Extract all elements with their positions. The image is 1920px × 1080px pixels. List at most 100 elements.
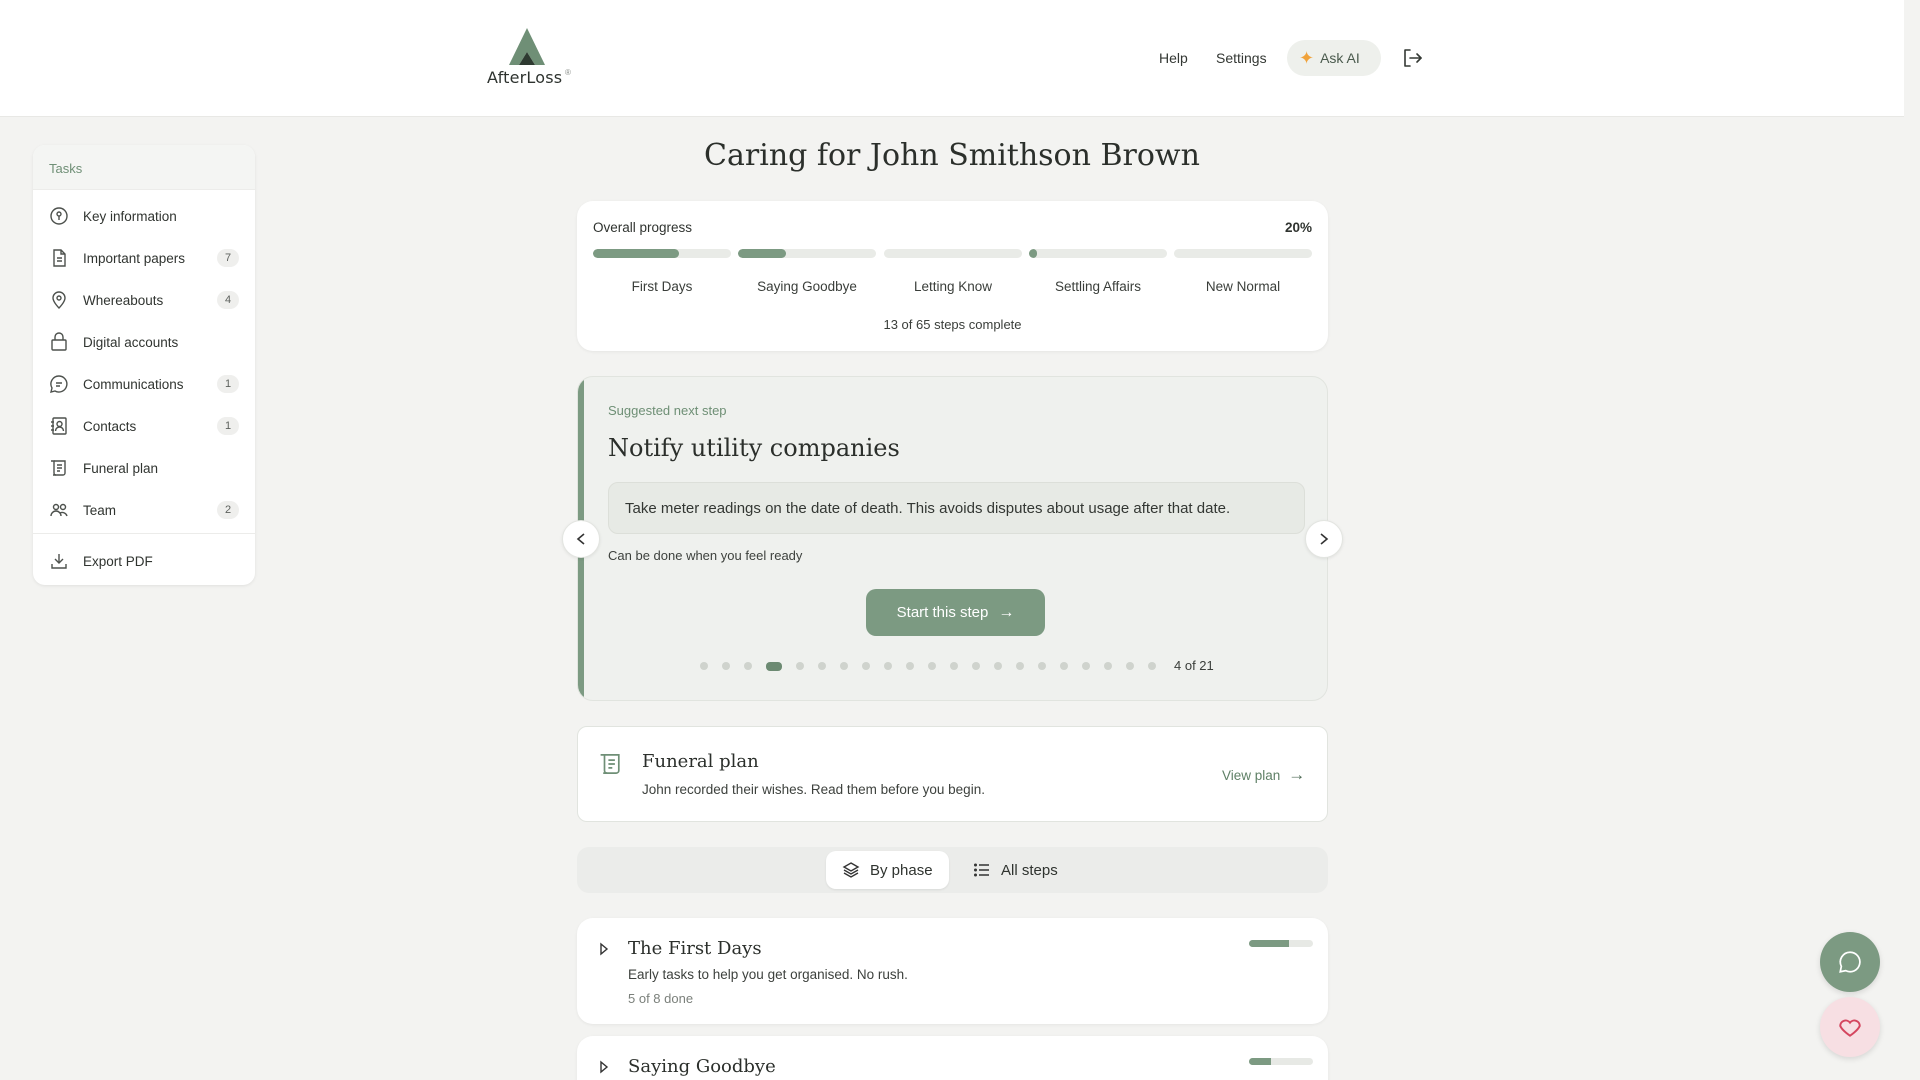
carousel-prev-button[interactable] xyxy=(562,520,600,558)
lock-icon xyxy=(49,332,69,352)
ask-ai-button[interactable]: ✦ Ask AI xyxy=(1287,40,1381,76)
page-title: Caring for John Smithson Brown xyxy=(704,138,1200,173)
sidebar-item-label: Digital accounts xyxy=(83,334,179,350)
carousel-dot[interactable] xyxy=(1082,662,1090,670)
team-icon xyxy=(49,500,69,520)
chevron-left-icon xyxy=(576,533,585,545)
sidebar-item-important-papers[interactable]: Important papers 7 xyxy=(33,237,255,279)
carousel-dot[interactable] xyxy=(722,662,730,670)
carousel-dot[interactable] xyxy=(744,662,752,670)
phase-label: Letting Know xyxy=(913,279,993,294)
carousel-dot[interactable] xyxy=(818,662,826,670)
next-step-tip: Take meter readings on the date of death… xyxy=(608,482,1305,534)
carousel-dot-active[interactable] xyxy=(766,662,782,671)
phase-card-first-days[interactable]: The First Days Early tasks to help you g… xyxy=(577,918,1328,1024)
carousel-dot[interactable] xyxy=(1148,662,1156,670)
next-step-title: Notify utility companies xyxy=(608,434,900,462)
sidebar-item-label: Key information xyxy=(83,208,177,224)
phase-card-progress-bar xyxy=(1249,940,1313,947)
phase-label: Settling Affairs xyxy=(1054,279,1142,294)
carousel-dot[interactable] xyxy=(1016,662,1024,670)
sparkle-icon: ✦ xyxy=(1299,47,1315,68)
all-steps-label: All steps xyxy=(1001,861,1058,879)
sidebar-item-digital-accounts[interactable]: Digital accounts xyxy=(33,321,255,363)
carousel-dot[interactable] xyxy=(1126,662,1134,670)
all-steps-toggle[interactable]: All steps xyxy=(957,851,1074,889)
carousel-dot[interactable] xyxy=(884,662,892,670)
count-badge: 1 xyxy=(217,417,239,435)
settings-link[interactable]: Settings xyxy=(1216,50,1267,66)
carousel-dot[interactable] xyxy=(700,662,708,670)
sidebar-item-label: Important papers xyxy=(83,250,186,266)
nav-help[interactable]: Help xyxy=(1159,40,1188,76)
carousel-next-button[interactable] xyxy=(1305,520,1343,558)
sidebar-item-label: Funeral plan xyxy=(83,460,159,476)
carousel-dot[interactable] xyxy=(928,662,936,670)
arrow-right-icon: → xyxy=(1288,765,1306,784)
carousel-counter: 4 of 21 xyxy=(1174,658,1214,673)
carousel-dot[interactable] xyxy=(906,662,914,670)
sidebar-item-key-information[interactable]: Key information xyxy=(33,195,255,237)
count-badge: 1 xyxy=(217,375,239,393)
export-pdf-button[interactable]: Export PDF xyxy=(33,540,255,582)
carousel-dot[interactable] xyxy=(796,662,804,670)
carousel-dot[interactable] xyxy=(1104,662,1112,670)
phase-label: New Normal xyxy=(1205,279,1281,294)
count-badge: 2 xyxy=(217,501,239,519)
phase-card-title: Saying Goodbye xyxy=(628,1056,776,1077)
progress-label: Overall progress xyxy=(593,220,693,235)
phase-progress-bar xyxy=(1174,249,1312,258)
by-phase-label: By phase xyxy=(870,861,933,879)
funeral-plan-card[interactable]: Funeral plan John recorded their wishes.… xyxy=(577,726,1328,822)
sidebar-item-team[interactable]: Team 2 xyxy=(33,489,255,531)
carousel-dot[interactable] xyxy=(972,662,980,670)
help-link[interactable]: Help xyxy=(1159,50,1188,66)
sidebar-item-contacts[interactable]: Contacts 1 xyxy=(33,405,255,447)
view-plan-link[interactable]: View plan → xyxy=(1222,765,1305,785)
scroll-icon xyxy=(49,458,69,478)
expand-chevron-icon[interactable] xyxy=(597,1060,611,1074)
layers-icon xyxy=(842,862,860,878)
carousel-dot[interactable] xyxy=(840,662,848,670)
nav-settings[interactable]: Settings xyxy=(1216,40,1267,76)
sidebar-item-whereabouts[interactable]: Whereabouts 4 xyxy=(33,279,255,321)
carousel-dot[interactable] xyxy=(950,662,958,670)
sidebar-item-funeral-plan[interactable]: Funeral plan xyxy=(33,447,255,489)
map-pin-icon xyxy=(49,290,69,310)
sidebar-item-label: Communications xyxy=(83,376,184,392)
logout-icon[interactable] xyxy=(1401,47,1423,69)
phase-card-done-count: 5 of 8 done xyxy=(628,991,694,1006)
overall-progress-card: Overall progress 20% First Days Saying G… xyxy=(577,201,1328,351)
carousel-dot[interactable] xyxy=(862,662,870,670)
phase-card-saying-goodbye[interactable]: Saying Goodbye xyxy=(577,1036,1328,1080)
phase-card-progress-bar xyxy=(1249,1058,1313,1065)
view-plan-label: View plan xyxy=(1222,767,1281,783)
phase-progress-bar xyxy=(593,249,731,258)
logo-text: AfterLoss xyxy=(487,68,563,87)
carousel-dot[interactable] xyxy=(1060,662,1068,670)
key-info-icon xyxy=(49,206,69,226)
next-step-timing: Can be done when you feel ready xyxy=(608,548,803,563)
suggested-next-step-card: Suggested next step Notify utility compa… xyxy=(577,376,1328,701)
by-phase-toggle[interactable]: By phase xyxy=(826,851,949,889)
top-bar: AfterLoss ® Help Settings ✦ Ask AI xyxy=(0,0,1904,117)
next-step-kicker: Suggested next step xyxy=(608,403,727,418)
phase-progress-bar xyxy=(1029,249,1167,258)
sidebar-divider xyxy=(33,533,255,534)
support-fab-button[interactable] xyxy=(1820,997,1880,1057)
contact-book-icon xyxy=(49,416,69,436)
chat-fab-button[interactable] xyxy=(1820,932,1880,992)
ask-ai-label: Ask AI xyxy=(1320,50,1360,66)
afterloss-logo[interactable]: AfterLoss ® xyxy=(487,28,577,88)
sidebar-item-communications[interactable]: Communications 1 xyxy=(33,363,255,405)
chat-bubble-icon xyxy=(1839,951,1861,973)
download-icon xyxy=(49,551,69,571)
sidebar-item-label: Whereabouts xyxy=(83,292,164,308)
funeral-plan-title: Funeral plan xyxy=(642,751,759,772)
carousel-dot[interactable] xyxy=(994,662,1002,670)
start-step-button[interactable]: Start this step → xyxy=(866,589,1045,636)
carousel-dot[interactable] xyxy=(1038,662,1046,670)
expand-chevron-icon[interactable] xyxy=(597,942,611,956)
export-pdf-label: Export PDF xyxy=(83,553,153,569)
phase-label: First Days xyxy=(631,279,693,294)
